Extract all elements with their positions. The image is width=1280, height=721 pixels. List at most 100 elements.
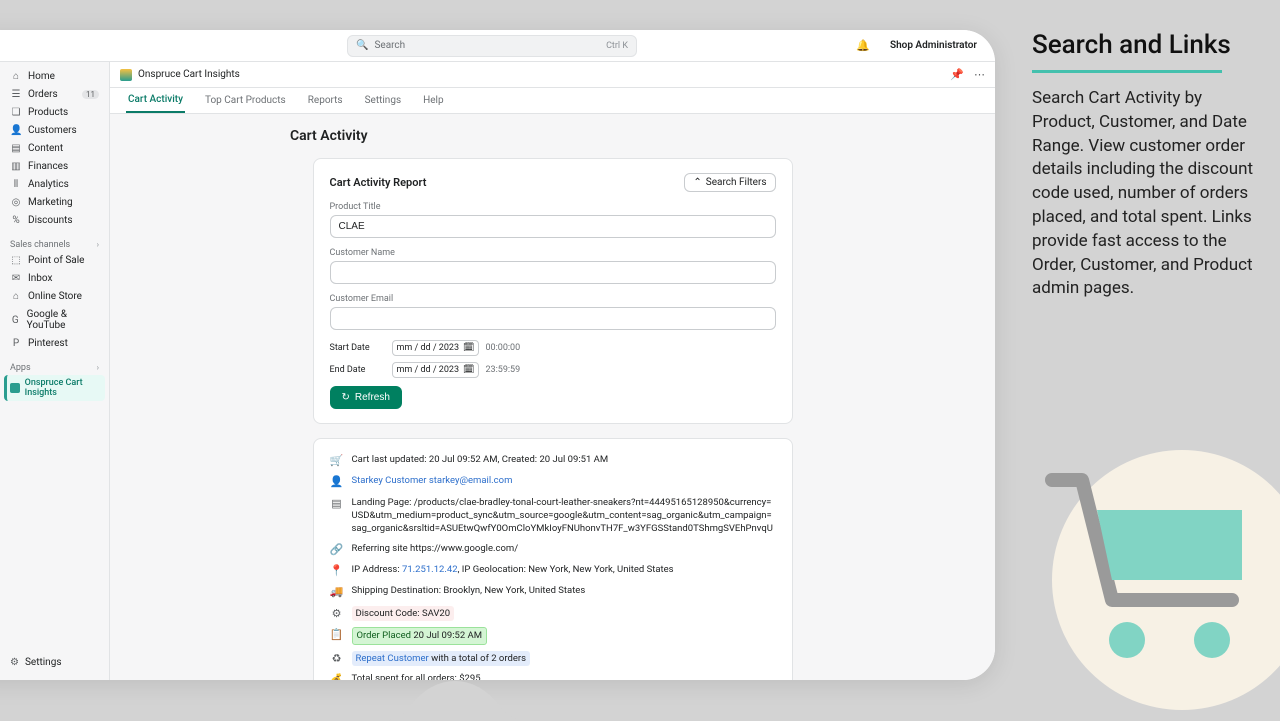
nav-icon: 👤 (10, 125, 22, 136)
repeat-icon: ♻ (330, 651, 344, 666)
search-shortcut: Ctrl K (606, 41, 628, 51)
end-time: 23:59:59 (485, 365, 520, 375)
sidebar-item-orders[interactable]: ☰Orders11 (4, 86, 105, 103)
channel-online-store[interactable]: ⌂Online Store (4, 288, 105, 305)
sidebar-item-home[interactable]: ⌂Home (4, 68, 105, 85)
main-content: Cart Activity Cart Activity Report ⌃ Sea… (110, 114, 995, 680)
bottom-notch (380, 681, 530, 721)
person-icon: 👤 (330, 474, 344, 489)
tag-icon: ⚙ (330, 606, 344, 621)
chevron-right-icon[interactable]: › (97, 363, 99, 373)
info-heading: Search and Links (1032, 30, 1268, 60)
tab-help[interactable]: Help (421, 89, 445, 112)
ip-link[interactable]: 71.251.12.42 (402, 564, 458, 575)
channel-pinterest[interactable]: PPinterest (4, 335, 105, 352)
sidebar-item-analytics[interactable]: ⫴Analytics (4, 176, 105, 193)
nav-icon: ☰ (10, 89, 22, 100)
sidebar-settings[interactable]: ⚙ Settings (4, 651, 105, 674)
pin-icon[interactable]: 📌 (950, 68, 964, 81)
end-date-input[interactable]: mm / dd / 2023 🗓 (392, 362, 480, 378)
discount-code-badge: Discount Code: SAV20 (352, 606, 455, 621)
info-panel: Search and Links Search Cart Activity by… (1020, 30, 1280, 301)
tab-settings[interactable]: Settings (363, 89, 404, 112)
sidebar-item-discounts[interactable]: %Discounts (4, 212, 105, 229)
channel-icon: G (10, 315, 21, 326)
report-card-title: Cart Activity Report (330, 176, 427, 189)
money-icon: 💰 (330, 672, 344, 680)
app-icon (10, 383, 20, 393)
landing-page-text: Landing Page: /products/clae-bradley-ton… (352, 496, 776, 536)
sidebar-item-finances[interactable]: ▥Finances (4, 158, 105, 175)
location-icon: 📍 (330, 563, 344, 578)
search-icon: 🔍 (356, 40, 368, 51)
app-logo-icon (120, 69, 132, 81)
search-placeholder: Search (374, 40, 405, 51)
search-filters-button[interactable]: ⌃ Search Filters (684, 173, 775, 192)
tabs: Cart Activity Top Cart Products Reports Set… (110, 88, 995, 114)
global-search[interactable]: 🔍 Search Ctrl K (347, 35, 637, 57)
sidebar-item-content[interactable]: ▤Content (4, 140, 105, 157)
app-header: Onspruce Cart Insights 📌 ⋯ (110, 62, 995, 88)
channel-inbox[interactable]: ✉Inbox (4, 270, 105, 287)
customer-email-input[interactable] (330, 307, 776, 330)
nav-icon: ▤ (10, 143, 22, 154)
user-menu[interactable]: Shop Administrator (890, 40, 977, 51)
calendar-icon: 🗓 (463, 365, 474, 375)
tab-top-cart-products[interactable]: Top Cart Products (203, 89, 288, 112)
repeat-customer-badge: Repeat Customer with a total of 2 orders (352, 651, 531, 666)
notifications-icon[interactable]: 🔔 (856, 39, 870, 52)
check-icon: 📋 (330, 627, 344, 642)
refresh-icon: ↻ (342, 392, 350, 403)
nav-icon: ⌂ (10, 71, 22, 82)
app-onspruce-cart-insights[interactable]: Onspruce Cart Insights (4, 375, 105, 401)
app-shell: 🔍 Search Ctrl K 🔔 Shop Administrator ⌂Ho… (0, 30, 995, 680)
nav-badge: 11 (82, 90, 99, 99)
cart-activity-report-card: Cart Activity Report ⌃ Search Filters Pr… (313, 158, 793, 424)
apps-head: Apps› (4, 359, 105, 375)
tab-cart-activity[interactable]: Cart Activity (126, 88, 185, 113)
order-placed-badge[interactable]: Order Placed 20 Jul 09:52 AM (352, 627, 488, 644)
gear-icon: ⚙ (10, 657, 19, 668)
tab-reports[interactable]: Reports (306, 89, 345, 112)
cart-icon: 🛒 (330, 453, 344, 468)
page-title: Cart Activity (290, 128, 995, 144)
nav-icon: ▥ (10, 161, 22, 172)
start-time: 00:00:00 (485, 343, 520, 353)
channel-point-of-sale[interactable]: ⬚Point of Sale (4, 252, 105, 269)
start-date-input[interactable]: mm / dd / 2023 🗓 (392, 340, 480, 356)
calendar-icon: 🗓 (463, 343, 474, 353)
shipping-text: Shipping Destination: Brooklyn, New York… (352, 584, 586, 597)
truck-icon: 🚚 (330, 584, 344, 599)
link-icon: 🔗 (330, 542, 344, 557)
nav-icon: ⫴ (10, 179, 22, 190)
channel-icon: ⬚ (10, 255, 22, 266)
channel-icon: P (10, 338, 22, 349)
refresh-button[interactable]: ↻ Refresh (330, 386, 402, 409)
page-icon: ▤ (330, 496, 344, 511)
cart-icon-large (1042, 470, 1262, 670)
topbar: 🔍 Search Ctrl K 🔔 Shop Administrator (0, 30, 995, 62)
sidebar-item-customers[interactable]: 👤Customers (4, 122, 105, 139)
chevron-up-icon: ⌃ (693, 177, 701, 188)
repeat-customer-link[interactable]: Repeat Customer (356, 653, 429, 664)
channel-icon: ✉ (10, 273, 22, 284)
customer-name-input[interactable] (330, 261, 776, 284)
channel-google-youtube[interactable]: GGoogle & YouTube (4, 306, 105, 334)
info-rule (1032, 70, 1222, 73)
info-body: Search Cart Activity by Product, Custome… (1032, 87, 1268, 301)
end-date-label: End Date (330, 365, 386, 375)
customer-link[interactable]: Starkey Customer starkey@email.com (352, 474, 513, 487)
referring-site-text: Referring site https://www.google.com/ (352, 542, 519, 555)
more-icon[interactable]: ⋯ (974, 68, 985, 81)
nav-icon: ❏ (10, 107, 22, 118)
ip-geo-text: IP Address: 71.251.12.42, IP Geolocation… (352, 563, 674, 576)
sidebar-item-marketing[interactable]: ◎Marketing (4, 194, 105, 211)
sidebar-item-products[interactable]: ❏Products (4, 104, 105, 121)
chevron-right-icon[interactable]: › (97, 240, 99, 250)
product-title-label: Product Title (330, 202, 776, 212)
channel-icon: ⌂ (10, 291, 22, 302)
customer-name-label: Customer Name (330, 248, 776, 258)
sidebar: ⌂Home☰Orders11❏Products👤Customers▤Conten… (0, 62, 110, 680)
product-title-input[interactable] (330, 215, 776, 238)
cart-updated-text: Cart last updated: 20 Jul 09:52 AM, Crea… (352, 453, 609, 466)
